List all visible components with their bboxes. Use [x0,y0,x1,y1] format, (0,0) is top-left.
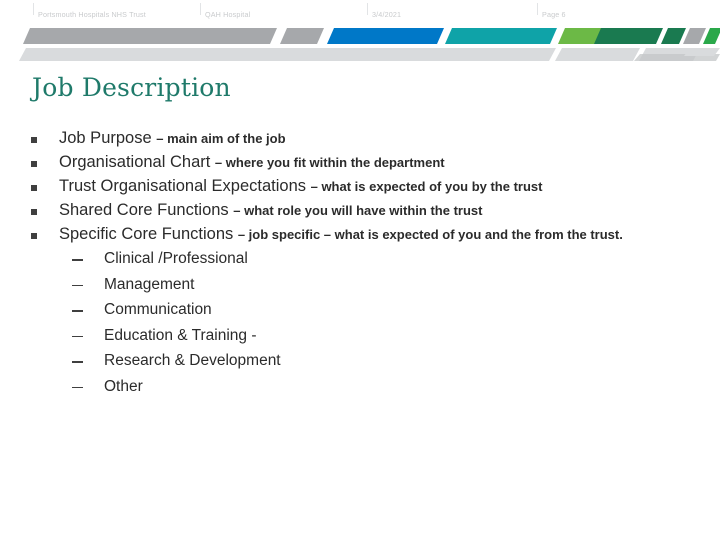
bullet-text: Job Purpose – main aim of the job [59,128,692,149]
slide-canvas: { "header": { "trust": "Portsmouth Hospi… [0,0,720,540]
square-bullet-icon [31,185,37,191]
dash-bullet-icon [72,361,83,363]
bullet-detail: where you fit within the department [225,155,445,170]
sub-bullet-label: Management [104,275,195,293]
decorative-ribbon-graphic [0,24,720,62]
sub-bullet-label: Research & Development [104,352,281,369]
meta-divider-tick [367,3,368,15]
dash-bullet-icon [72,259,83,261]
square-bullet-icon [31,137,37,143]
dash-bullet-icon [72,386,83,389]
bullet-detail: main aim of the job [167,131,286,146]
sub-bullet-item: Education & Training - [28,325,692,346]
bullet-item: Specific Core Functions – job specific –… [28,224,692,245]
bullet-dash: – [156,131,168,146]
bullet-detail: job specific – what is expected of you a… [248,227,623,242]
page-title: Job Description [32,73,231,102]
bullet-item: Job Purpose – main aim of the job [28,128,692,149]
bullet-lead: Trust Organisational Expectations [59,177,311,195]
dash-bullet-icon [72,284,83,287]
bullet-text: Specific Core Functions – job specific –… [59,224,692,245]
sub-bullet-label: Clinical /Professional [104,250,248,267]
sub-bullet-item: Clinical /Professional [28,248,692,269]
bullet-dash: – [310,179,322,194]
sub-bullet-label: Education & Training - [104,326,257,344]
bullet-lead: Specific Core Functions [59,225,238,243]
meta-divider-tick [200,3,201,15]
bullet-detail: what role you will have within the trust [244,203,483,218]
bullet-lead: Shared Core Functions [59,201,234,219]
bullet-text: Trust Organisational Expectations – what… [59,176,692,197]
dash-bullet-icon [72,310,83,312]
header-date: 3/4/2021 [372,10,402,19]
meta-divider-tick [537,3,538,15]
bullet-item: Trust Organisational Expectations – what… [28,176,692,197]
meta-divider-tick [33,3,34,15]
bullet-dash: – [233,203,245,218]
header-meta-row: Portsmouth Hospitals NHS Trust QAH Hospi… [0,0,720,26]
dash-bullet-icon [72,335,83,338]
sub-bullet-label: Communication [104,301,212,318]
header-page-number: Page 6 [542,10,566,19]
slide-body: Job Purpose – main aim of the job Organi… [28,128,692,401]
bullet-item: Shared Core Functions – what role you wi… [28,200,692,221]
square-bullet-icon [31,209,37,215]
square-bullet-icon [31,233,37,239]
sub-bullet-label: Other [104,377,143,395]
sub-bullet-list: Clinical /Professional Management Commun… [28,248,692,397]
bullet-lead: Organisational Chart [59,153,215,171]
bullet-item: Organisational Chart – where you fit wit… [28,152,692,173]
square-bullet-icon [31,161,37,167]
bullet-text: Shared Core Functions – what role you wi… [59,200,692,221]
bullet-detail: what is expected of you by the trust [321,179,543,194]
sub-bullet-item: Communication [28,299,692,320]
bullet-text: Organisational Chart – where you fit wit… [59,152,692,173]
sub-bullet-item: Management [28,274,692,295]
sub-bullet-item: Other [28,376,692,397]
header-trust-name: Portsmouth Hospitals NHS Trust [38,10,146,19]
bullet-lead: Job Purpose [59,129,157,147]
sub-bullet-item: Research & Development [28,350,692,371]
bullet-dash: – [237,227,249,242]
slide-header: Portsmouth Hospitals NHS Trust QAH Hospi… [0,0,720,62]
header-site-name: QAH Hospital [205,10,251,19]
bullet-dash: – [214,155,226,170]
